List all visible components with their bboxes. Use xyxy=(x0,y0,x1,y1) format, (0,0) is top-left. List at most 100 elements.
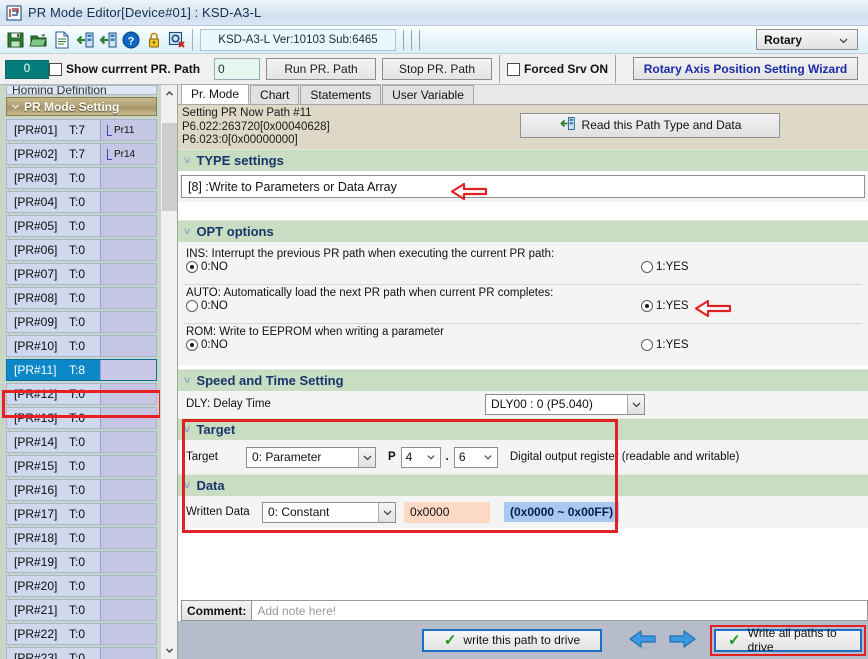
pr-row[interactable]: [PR#18] T:0 xyxy=(6,527,157,549)
speed-time-title: Speed and Time Setting xyxy=(196,373,344,388)
data-header[interactable]: ˅ Data xyxy=(178,474,868,496)
opt-ins-radio-no[interactable]: 0:NO xyxy=(186,261,228,273)
target-group-spinner[interactable]: 4 xyxy=(400,446,441,468)
pr-row[interactable]: [PR#04] T:0 xyxy=(6,191,157,213)
pr-row-type: T:0 xyxy=(69,339,86,353)
lock-icon[interactable] xyxy=(144,30,164,50)
pr-row-extra xyxy=(100,480,156,500)
new-document-icon[interactable] xyxy=(52,30,72,50)
main-panel: Pr. Mode Chart Statements User Variable … xyxy=(178,84,868,659)
mode-select-value: Rotary xyxy=(764,32,803,47)
pr-row[interactable]: [PR#12] T:0 xyxy=(6,383,157,405)
branch-elbow-icon xyxy=(107,148,112,160)
pr-row[interactable]: [PR#07] T:0 xyxy=(6,263,157,285)
tab-pr-mode[interactable]: Pr. Mode xyxy=(181,84,250,104)
run-pr-path-button[interactable]: Run PR. Path xyxy=(266,58,377,80)
pr-row[interactable]: [PR#10] T:0 xyxy=(6,335,157,357)
sidebar-item-homing-definition[interactable]: Homing Definition xyxy=(6,85,157,95)
scrollbar-thumb[interactable] xyxy=(162,123,177,211)
pr-row[interactable]: [PR#23] T:0 xyxy=(6,647,157,659)
stop-pr-path-button[interactable]: Stop PR. Path xyxy=(382,58,493,80)
target-index-value: 6 xyxy=(458,450,466,464)
pr-row[interactable]: [PR#02] T:7 Pr14 xyxy=(6,143,157,165)
pr-row-extra xyxy=(100,456,156,476)
pr-row-type: T:0 xyxy=(69,579,86,593)
read-from-drive-icon[interactable] xyxy=(75,30,95,50)
type-value-field[interactable]: [8] :Write to Parameters or Data Array xyxy=(181,175,865,198)
pr-list-sidebar: Homing Definition PR Mode Setting [PR#01… xyxy=(0,85,178,659)
opt-auto-radio-no[interactable]: 0:NO xyxy=(186,300,228,312)
pr-row[interactable]: [PR#13] T:0 xyxy=(6,407,157,429)
sidebar-scrollbar[interactable] xyxy=(160,85,177,659)
pr-row-extra xyxy=(100,432,156,452)
pr-row-type: T:0 xyxy=(69,507,86,521)
rotary-axis-wizard-button[interactable]: Rotary Axis Position Setting Wizard xyxy=(633,57,858,80)
pr-row[interactable]: [PR#17] T:0 xyxy=(6,503,157,525)
pr-row[interactable]: [PR#08] T:0 xyxy=(6,287,157,309)
write-to-drive-icon[interactable] xyxy=(98,30,118,50)
path-number-input[interactable]: 0 xyxy=(214,58,261,80)
comment-bar: Comment: Add note here! xyxy=(178,600,868,621)
scroll-up-icon[interactable] xyxy=(161,85,177,102)
tab-chart[interactable]: Chart xyxy=(250,85,300,104)
pr-row-id: [PR#07] xyxy=(14,267,58,281)
open-folder-icon[interactable] xyxy=(29,30,49,50)
write-all-paths-label: Write all paths to drive xyxy=(747,626,837,654)
written-data-mode-dropdown[interactable]: 0: Constant xyxy=(262,501,396,523)
pr-row-id: [PR#17] xyxy=(14,507,58,521)
scroll-down-icon[interactable] xyxy=(161,642,177,659)
target-header[interactable]: ˅ Target xyxy=(178,418,868,440)
pr-row[interactable]: [PR#05] T:0 xyxy=(6,215,157,237)
path-nav-arrows xyxy=(628,627,697,654)
pr-row[interactable]: [PR#06] T:0 xyxy=(6,239,157,261)
speed-time-header[interactable]: ˅ Speed and Time Setting xyxy=(178,369,868,391)
opt-rom-radio-yes[interactable]: 1:YES xyxy=(641,339,689,351)
pr-row[interactable]: [PR#14] T:0 xyxy=(6,431,157,453)
opt-auto-radio-yes[interactable]: 1:YES xyxy=(641,300,689,312)
arrow-left-icon[interactable] xyxy=(628,627,658,654)
mode-select-dropdown[interactable]: Rotary xyxy=(756,29,858,50)
tab-statements[interactable]: Statements xyxy=(300,85,382,104)
target-row: Target 0: Parameter P 4 . 6 Digital outp… xyxy=(178,440,868,474)
pr-row[interactable]: [PR#11] T:8 xyxy=(6,359,157,381)
opt-ins-yes-label: 1:YES xyxy=(656,261,689,273)
target-type-dropdown[interactable]: 0: Parameter xyxy=(246,446,376,468)
opt-options-header[interactable]: ˅ OPT options xyxy=(178,220,868,242)
pr-row[interactable]: [PR#19] T:0 xyxy=(6,551,157,573)
pr-row[interactable]: [PR#22] T:0 xyxy=(6,623,157,645)
help-icon[interactable]: ? xyxy=(121,30,141,50)
pr-row[interactable]: [PR#21] T:0 xyxy=(6,599,157,621)
read-path-type-and-data-button[interactable]: Read this Path Type and Data xyxy=(520,113,780,138)
written-data-value-input[interactable]: 0x0000 xyxy=(404,501,490,523)
save-icon[interactable] xyxy=(6,30,26,50)
target-section: ˅ Target Target 0: Parameter P 4 . 6 Dig… xyxy=(178,418,868,474)
opt-rom-radio-no[interactable]: 0:NO xyxy=(186,339,228,351)
show-current-path-checkbox[interactable] xyxy=(49,62,62,76)
tab-user-variable[interactable]: User Variable xyxy=(382,85,474,104)
pr-row[interactable]: [PR#09] T:0 xyxy=(6,311,157,333)
sidebar-group-pr-mode-setting[interactable]: PR Mode Setting xyxy=(6,97,157,116)
write-this-path-button[interactable]: ✓ write this path to drive xyxy=(422,628,602,652)
pr-row[interactable]: [PR#16] T:0 xyxy=(6,479,157,501)
type-settings-header[interactable]: ˅ TYPE settings xyxy=(178,149,868,171)
pr-row[interactable]: [PR#01] T:7 Pr11 xyxy=(6,119,157,141)
target-index-spinner[interactable]: 6 xyxy=(453,446,498,468)
chevron-down-icon: ˅ xyxy=(184,374,191,387)
pr-row[interactable]: [PR#03] T:0 xyxy=(6,167,157,189)
radio-dot-icon xyxy=(186,300,198,312)
settings-delete-icon[interactable] xyxy=(167,30,187,50)
delay-time-dropdown[interactable]: DLY00 : 0 (P5.040) xyxy=(485,393,645,415)
write-all-paths-button[interactable]: ✓ Write all paths to drive xyxy=(714,626,862,654)
pr-row-extra xyxy=(100,600,156,620)
arrow-right-icon[interactable] xyxy=(667,627,697,654)
comment-input[interactable]: Add note here! xyxy=(252,600,868,621)
pr-row-id: [PR#06] xyxy=(14,243,58,257)
forced-srv-on-checkbox[interactable] xyxy=(507,62,521,76)
written-data-row: Written Data 0: Constant 0x0000 (0x0000 … xyxy=(178,496,868,528)
opt-ins-radio-yes[interactable]: 1:YES xyxy=(641,261,689,273)
window-title: PR Mode Editor[Device#01] : KSD-A3-L xyxy=(28,5,262,20)
pr-row[interactable]: [PR#15] T:0 xyxy=(6,455,157,477)
svg-text:?: ? xyxy=(128,35,135,47)
pr-row[interactable]: [PR#20] T:0 xyxy=(6,575,157,597)
pr-row-extra xyxy=(100,288,156,308)
